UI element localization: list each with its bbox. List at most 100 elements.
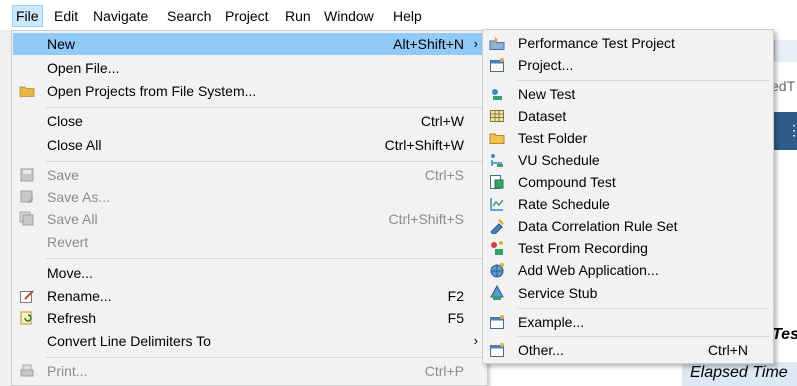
menu-item-revert-label: Revert [47,234,89,250]
menu-item-close-all-label: Close All [47,137,102,153]
folder-icon [19,83,35,99]
editor-tab-fragment[interactable]: edT [771,78,795,94]
save-icon [19,167,35,183]
menu-item-rename[interactable]: Rename... F2 [13,285,486,307]
menu-item-save-all[interactable]: Save All Ctrl+Shift+S [13,208,486,230]
submenu-item-dataset[interactable]: Dataset [484,105,772,127]
submenu-item-rate-schedule[interactable]: Rate Schedule [484,193,772,215]
menu-help[interactable]: Help [390,6,425,26]
menu-edit[interactable]: Edit [51,6,81,26]
submenu-item-label: Example... [518,314,585,330]
test-folder-icon [489,130,505,146]
submenu-item-label: VU Schedule [518,152,600,168]
menu-navigate[interactable]: Navigate [90,6,151,26]
submenu-item-test-folder[interactable]: Test Folder [484,127,772,149]
menu-item-print-label: Print... [47,363,88,379]
menu-item-save-all-label: Save All [47,211,98,227]
menu-item-move-label: Move... [47,265,93,281]
menu-item-open-file[interactable]: Open File... [13,57,486,79]
project-icon [489,57,505,73]
print-icon [19,363,35,379]
submenu-item-label: Other... [518,342,564,358]
submenu-item-data-correlation-rule-set[interactable]: Data Correlation Rule Set [484,215,772,237]
menu-item-refresh-accel: F5 [447,310,464,326]
submenu-item-example[interactable]: Example... [484,311,772,333]
menu-separator [46,357,483,358]
menu-item-close-label: Close [47,113,83,129]
menu-item-open-projects-label: Open Projects from File System... [47,83,257,99]
menu-item-new-accel: Alt+Shift+N [393,36,464,52]
submenu-item-vu-schedule[interactable]: VU Schedule [484,149,772,171]
file-menu-dropdown: New Alt+Shift+N › Open File... Open Proj… [11,30,488,386]
submenu-item-add-web-application[interactable]: Add Web Application... [484,259,772,281]
rate-schedule-icon [489,196,505,212]
rename-icon [19,288,35,304]
vu-schedule-icon [489,152,505,168]
submenu-item-label: Test From Recording [518,240,648,256]
editor-tab-strip [774,40,797,62]
menu-item-save[interactable]: Save Ctrl+S [13,164,486,186]
submenu-item-label: Service Stub [518,285,598,301]
menu-item-convert-label: Convert Line Delimiters To [47,333,211,349]
submenu-item-label: Project... [518,57,574,73]
menu-bar: File Edit Navigate Search Project Run Wi… [0,0,797,30]
menu-item-save-as-label: Save As... [47,189,111,205]
submenu-item-accel: Ctrl+N [707,342,748,358]
menu-item-rename-label: Rename... [47,288,112,304]
submenu-item-label: Compound Test [518,174,616,190]
menu-item-save-all-accel: Ctrl+Shift+S [388,211,464,227]
submenu-item-label: Test Folder [518,130,588,146]
save-as-icon [19,189,35,205]
elapsed-time-label: Elapsed Time [690,364,788,381]
menu-file[interactable]: File [12,5,43,27]
menu-separator [46,258,483,259]
save-all-icon [19,211,35,227]
menu-separator [46,107,483,108]
recording-icon [489,240,505,256]
menu-item-print[interactable]: Print... Ctrl+P [13,360,486,382]
menu-item-move[interactable]: Move... [13,262,486,284]
submenu-item-project[interactable]: Project... [484,54,772,76]
menu-item-new-label: New [47,36,76,52]
editor-heading-fragment: Tes [772,326,797,343]
submenu-item-test-from-recording[interactable]: Test From Recording [484,237,772,259]
submenu-item-compound-test[interactable]: Compound Test [484,171,772,193]
submenu-item-label: Data Correlation Rule Set [518,218,678,234]
menu-item-print-accel: Ctrl+P [424,363,464,379]
menu-item-revert[interactable]: Revert [13,231,486,253]
menu-item-open-file-label: Open File... [47,60,120,76]
menu-item-open-projects[interactable]: Open Projects from File System... [13,80,486,102]
menu-item-close-all-accel: Ctrl+Shift+W [384,137,464,153]
menu-item-convert-line-delimiters[interactable]: Convert Line Delimiters To › [13,330,486,352]
menu-item-save-label: Save [47,167,79,183]
submenu-item-label: Add Web Application... [518,262,659,278]
menu-item-close-accel: Ctrl+W [420,113,464,129]
menu-separator [46,161,483,162]
refresh-icon [19,310,35,326]
menu-window[interactable]: Window [321,6,377,26]
menu-item-close[interactable]: Close Ctrl+W [13,110,486,132]
menu-separator [517,336,769,337]
menu-item-save-as[interactable]: Save As... [13,186,486,208]
submenu-item-service-stub[interactable]: Service Stub [484,282,772,304]
menu-project[interactable]: Project [222,6,272,26]
menu-item-new[interactable]: New Alt+Shift+N › [13,33,486,55]
submenu-arrow-icon: › [473,36,478,51]
submenu-item-label: Rate Schedule [518,196,610,212]
data-correlation-icon [489,218,505,236]
menu-item-refresh-label: Refresh [47,310,97,326]
example-icon [489,314,505,330]
menu-run[interactable]: Run [282,6,314,26]
menu-item-close-all[interactable]: Close All Ctrl+Shift+W [13,134,486,156]
editor-toolbar-icon[interactable]: ⋮ [787,122,797,138]
submenu-item-new-test[interactable]: New Test [484,83,772,105]
submenu-arrow-icon: › [473,333,478,348]
submenu-item-performance-test-project[interactable]: Performance Test Project [484,32,772,54]
menu-search[interactable]: Search [164,6,214,26]
menu-item-refresh[interactable]: Refresh F5 [13,307,486,329]
menu-separator [517,308,769,309]
service-stub-icon [489,284,505,301]
compound-test-icon [489,174,505,190]
new-test-icon [489,86,505,102]
submenu-item-other[interactable]: Other... Ctrl+N [484,339,772,361]
